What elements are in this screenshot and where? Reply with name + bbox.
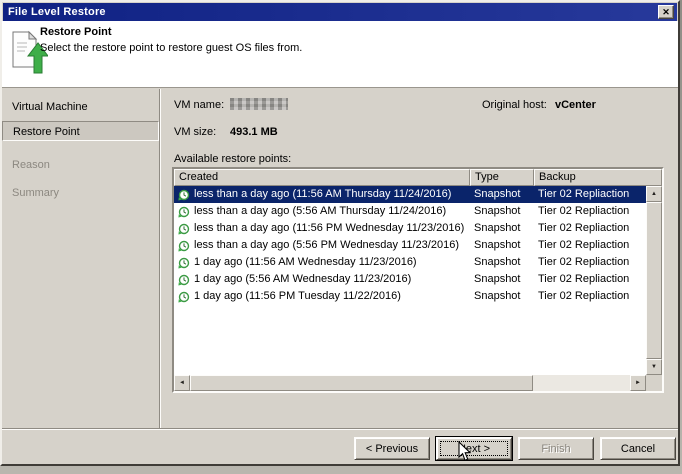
cell-created: 1 day ago (11:56 PM Tuesday 11/22/2016) — [174, 288, 470, 305]
horizontal-scroll-thumb[interactable] — [190, 375, 534, 391]
restore-points-caption: Available restore points: — [174, 153, 292, 165]
finish-button[interactable]: Finish — [518, 437, 594, 460]
previous-button[interactable]: < Previous — [354, 437, 430, 460]
scrollbar-corner — [646, 375, 662, 391]
restore-point-icon — [178, 257, 190, 269]
title-bar[interactable]: File Level Restore ✕ — [3, 3, 677, 21]
step-description: Select the restore point to restore gues… — [40, 42, 303, 54]
created-text: less than a day ago (11:56 PM Wednesday … — [194, 222, 465, 234]
cell-backup: Tier 02 Repliaction — [538, 239, 630, 251]
restore-point-row[interactable]: less than a day ago (5:56 PM Wednesday 1… — [174, 237, 646, 254]
vertical-scroll-track[interactable] — [646, 202, 662, 359]
file-level-restore-dialog: File Level Restore ✕ Restore Point Selec… — [0, 0, 680, 466]
horizontal-scrollbar[interactable]: ◄ ► — [174, 375, 646, 391]
created-text: 1 day ago (11:56 PM Tuesday 11/22/2016) — [194, 290, 401, 302]
cell-type: Snapshot — [474, 239, 521, 251]
vertical-scrollbar[interactable]: ▲ ▼ — [646, 186, 662, 375]
column-header-backup[interactable]: Backup — [534, 169, 662, 186]
vertical-scroll-thumb[interactable] — [646, 202, 662, 359]
cell-created: less than a day ago (11:56 AM Thursday 1… — [174, 186, 470, 203]
restore-points-rows: less than a day ago (11:56 AM Thursday 1… — [174, 186, 646, 375]
restore-point-row[interactable]: less than a day ago (11:56 PM Wednesday … — [174, 220, 646, 237]
cell-type: Snapshot — [474, 273, 521, 285]
cell-created: less than a day ago (5:56 PM Wednesday 1… — [174, 237, 470, 254]
sidebar-item-reason: Reason — [12, 159, 50, 171]
next-button[interactable]: Next > — [436, 437, 512, 460]
restore-point-row[interactable]: less than a day ago (5:56 AM Thursday 11… — [174, 203, 646, 220]
created-text: less than a day ago (5:56 AM Thursday 11… — [194, 205, 447, 217]
cell-type: Snapshot — [474, 188, 521, 200]
cell-created: 1 day ago (5:56 AM Wednesday 11/23/2016) — [174, 271, 470, 288]
vm-name-label: VM name: — [174, 99, 225, 111]
created-text: less than a day ago (5:56 PM Wednesday 1… — [194, 239, 459, 251]
cell-backup: Tier 02 Repliaction — [538, 188, 630, 200]
restore-point-icon — [178, 206, 190, 218]
cell-created: less than a day ago (11:56 PM Wednesday … — [174, 220, 470, 237]
cell-backup: Tier 02 Repliaction — [538, 273, 630, 285]
scroll-right-icon[interactable]: ► — [630, 375, 646, 391]
column-header-type[interactable]: Type — [470, 169, 534, 186]
horizontal-scroll-track[interactable] — [190, 375, 630, 391]
created-text: 1 day ago (5:56 AM Wednesday 11/23/2016) — [194, 273, 412, 285]
cell-type: Snapshot — [474, 222, 521, 234]
restore-points-table: Created Type Backup less than a day ago … — [172, 167, 664, 393]
restore-point-row[interactable]: 1 day ago (11:56 AM Wednesday 11/23/2016… — [174, 254, 646, 271]
restore-point-row[interactable]: 1 day ago (5:56 AM Wednesday 11/23/2016)… — [174, 271, 646, 288]
cell-created: 1 day ago (11:56 AM Wednesday 11/23/2016… — [174, 254, 470, 271]
restore-point-icon — [178, 189, 190, 201]
cell-backup: Tier 02 Repliaction — [538, 205, 630, 217]
cell-backup: Tier 02 Repliaction — [538, 222, 630, 234]
desktop: File Level Restore ✕ Restore Point Selec… — [0, 0, 682, 474]
vm-size-label: VM size: — [174, 126, 217, 138]
vm-name-value-redacted — [230, 98, 288, 110]
cell-created: less than a day ago (5:56 AM Thursday 11… — [174, 203, 470, 220]
original-host-label: Original host: — [482, 99, 547, 111]
step-title: Restore Point — [40, 26, 112, 38]
scroll-down-icon[interactable]: ▼ — [646, 359, 662, 375]
cell-type: Snapshot — [474, 256, 521, 268]
restore-point-icon — [178, 291, 190, 303]
sidebar-item-virtual-machine[interactable]: Virtual Machine — [2, 97, 159, 117]
cancel-button[interactable]: Cancel — [600, 437, 676, 460]
restore-point-row[interactable]: less than a day ago (11:56 AM Thursday 1… — [174, 186, 646, 203]
window-title: File Level Restore — [8, 6, 106, 18]
close-button[interactable]: ✕ — [658, 5, 674, 19]
close-icon: ✕ — [662, 7, 670, 17]
created-text: 1 day ago (11:56 AM Wednesday 11/23/2016… — [194, 256, 417, 268]
created-text: less than a day ago (11:56 AM Thursday 1… — [194, 188, 452, 200]
sidebar-item-summary: Summary — [12, 187, 60, 199]
cell-type: Snapshot — [474, 290, 521, 302]
original-host-value: vCenter — [555, 99, 596, 111]
wizard-body: Virtual Machine Restore Point Reason Sum… — [2, 89, 678, 428]
cell-backup: Tier 02 Repliaction — [538, 290, 630, 302]
scroll-left-icon[interactable]: ◄ — [174, 375, 190, 391]
step-content: VM name: Original host: vCenter VM size:… — [161, 89, 678, 428]
column-header-created[interactable]: Created — [174, 169, 470, 186]
scroll-up-icon[interactable]: ▲ — [646, 186, 662, 202]
footer-separator — [2, 428, 678, 430]
focus-rect — [440, 441, 508, 456]
sidebar-item-restore-point[interactable]: Restore Point — [2, 121, 159, 141]
wizard-header: Restore Point Select the restore point t… — [2, 21, 678, 88]
restore-point-icon — [178, 223, 190, 235]
wizard-steps-sidebar: Virtual Machine Restore Point Reason Sum… — [2, 89, 160, 428]
restore-point-row[interactable]: 1 day ago (11:56 PM Tuesday 11/22/2016) S… — [174, 288, 646, 305]
vm-size-value: 493.1 MB — [230, 126, 278, 138]
cell-type: Snapshot — [474, 205, 521, 217]
restore-point-icon — [178, 274, 190, 286]
table-header: Created Type Backup — [174, 169, 662, 186]
restore-point-icon — [178, 240, 190, 252]
cell-backup: Tier 02 Repliaction — [538, 256, 630, 268]
